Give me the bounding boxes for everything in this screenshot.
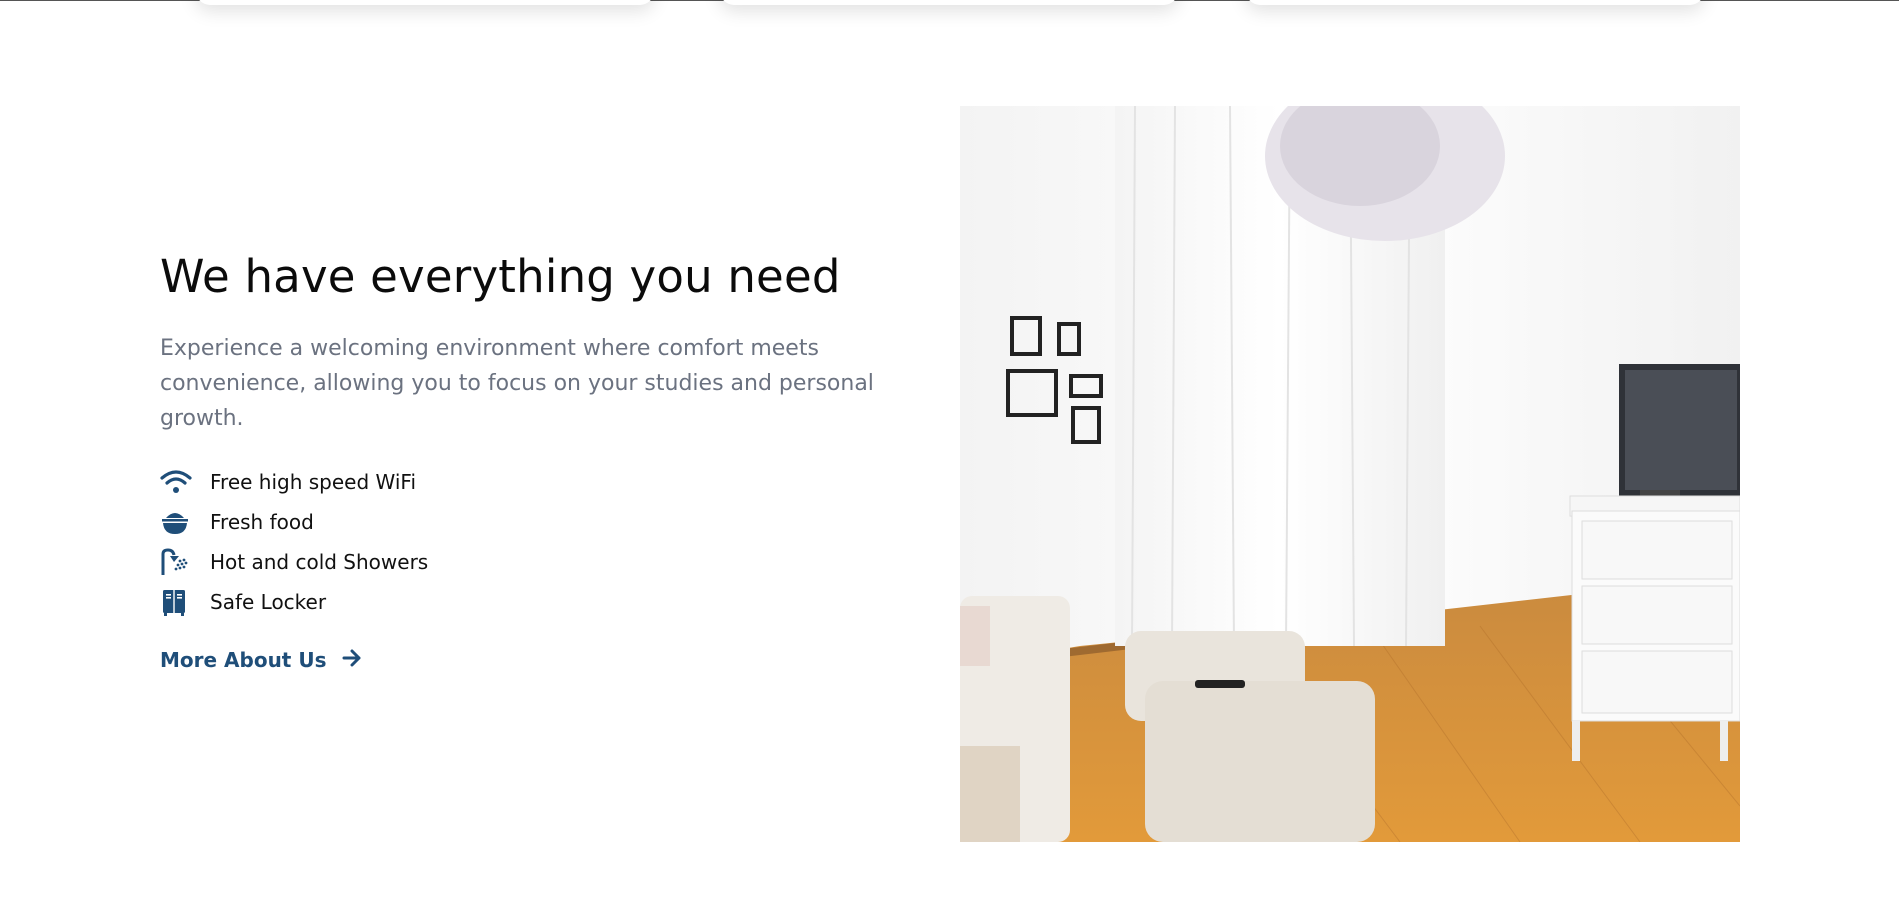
arrow-right-icon bbox=[342, 649, 362, 671]
food-bowl-icon bbox=[160, 506, 194, 538]
feature-label: Hot and cold Showers bbox=[210, 550, 429, 574]
locker-icon bbox=[160, 586, 194, 618]
card-bottom-edge bbox=[720, 0, 1178, 5]
feature-label: Safe Locker bbox=[210, 590, 327, 614]
feature-item-locker: Safe Locker bbox=[160, 582, 920, 622]
section-title: We have everything you need bbox=[160, 250, 841, 303]
card-bottom-edge bbox=[1246, 0, 1704, 5]
feature-item-food: Fresh food bbox=[160, 502, 920, 542]
features-list: Free high speed WiFi Fresh food Hot and … bbox=[160, 462, 920, 622]
more-about-us-link[interactable]: More About Us bbox=[160, 648, 362, 672]
more-about-us-label: More About Us bbox=[160, 648, 327, 672]
feature-item-shower: Hot and cold Showers bbox=[160, 542, 920, 582]
amenities-section: We have everything you need Experience a… bbox=[160, 250, 920, 672]
feature-label: Fresh food bbox=[210, 510, 314, 534]
wifi-icon bbox=[160, 466, 194, 498]
shower-icon bbox=[160, 546, 194, 578]
feature-item-wifi: Free high speed WiFi bbox=[160, 462, 920, 502]
room-photo bbox=[960, 106, 1740, 842]
card-bottom-edge bbox=[196, 0, 654, 5]
section-description: Experience a welcoming environment where… bbox=[160, 336, 874, 431]
feature-label: Free high speed WiFi bbox=[210, 470, 417, 494]
